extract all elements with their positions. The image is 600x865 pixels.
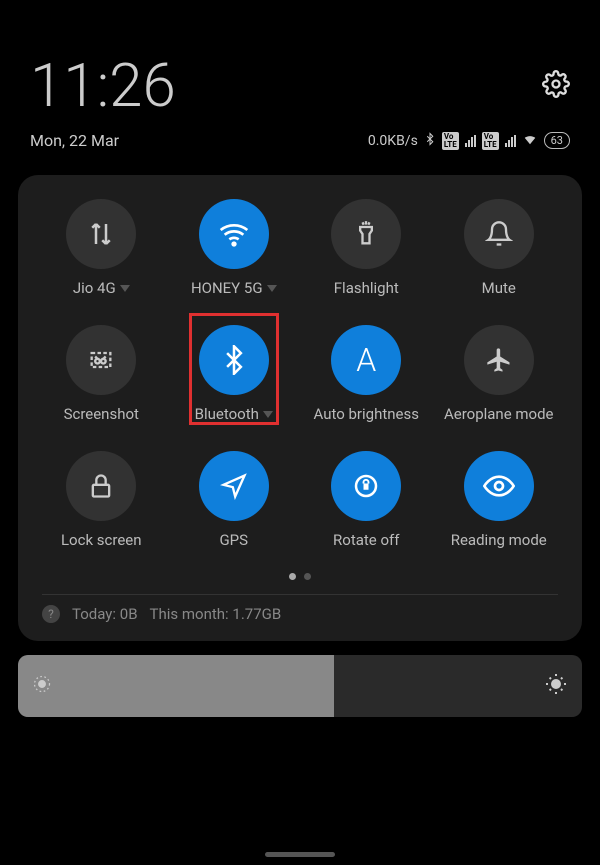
- tile-label: Screenshot: [64, 405, 139, 423]
- lock-icon: [66, 451, 136, 521]
- chevron-down-icon: [267, 285, 277, 292]
- page-dot-active: [289, 573, 296, 580]
- data-speed-label: 0.0KB/s: [368, 133, 418, 149]
- page-indicator[interactable]: [28, 573, 572, 580]
- volte-badge-1: VoLTE: [442, 132, 459, 150]
- page-dot: [304, 573, 311, 580]
- tile-label: Mute: [482, 279, 516, 297]
- tile-reading[interactable]: Reading mode: [436, 451, 563, 549]
- tile-flashlight[interactable]: Flashlight: [303, 199, 430, 297]
- tile-auto-brightness[interactable]: A Auto brightness: [303, 325, 430, 423]
- date-label: Mon, 22 Mar: [30, 131, 119, 150]
- tile-label: Reading mode: [451, 531, 547, 549]
- airplane-icon: [464, 325, 534, 395]
- tile-label: Flashlight: [334, 279, 399, 297]
- tile-gps[interactable]: GPS: [171, 451, 298, 549]
- brightness-high-icon: [544, 672, 568, 700]
- tile-label: Bluetooth: [195, 405, 259, 423]
- brightness-fill: [18, 655, 334, 717]
- status-bar: 0.0KB/s VoLTE VoLTE 63: [368, 132, 570, 150]
- brightness-low-icon: [32, 674, 52, 698]
- tile-mobile-data[interactable]: Jio 4G: [38, 199, 165, 297]
- chevron-down-icon: [120, 285, 130, 292]
- tile-label: Auto brightness: [314, 405, 419, 423]
- data-usage-row[interactable]: ? Today: 0B This month: 1.77GB: [28, 605, 572, 627]
- tile-mute[interactable]: Mute: [436, 199, 563, 297]
- bluetooth-icon: [199, 325, 269, 395]
- signal-icon-2: [505, 135, 516, 147]
- help-icon: ?: [42, 605, 60, 623]
- quick-settings-panel: Jio 4G HONEY 5G Flashlight Mute Screensh: [18, 175, 582, 641]
- rotate-lock-icon: [331, 451, 401, 521]
- tile-screenshot[interactable]: Screenshot: [38, 325, 165, 423]
- month-value: 1.77GB: [232, 605, 281, 623]
- volte-badge-2: VoLTE: [482, 132, 499, 150]
- wifi-icon: [199, 199, 269, 269]
- mobile-data-icon: [66, 199, 136, 269]
- tile-label: GPS: [219, 531, 248, 549]
- flashlight-icon: [331, 199, 401, 269]
- today-label: Today:: [72, 605, 116, 623]
- clock-time: 11:26: [30, 50, 176, 121]
- navigation-handle[interactable]: [265, 852, 335, 857]
- today-value: 0B: [120, 605, 138, 623]
- tile-wifi[interactable]: HONEY 5G: [171, 199, 298, 297]
- bell-icon: [464, 199, 534, 269]
- brightness-slider[interactable]: [18, 655, 582, 717]
- tile-rotate[interactable]: Rotate off: [303, 451, 430, 549]
- tile-label: Rotate off: [333, 531, 399, 549]
- bluetooth-status-icon: [424, 132, 436, 150]
- chevron-down-icon: [263, 411, 273, 418]
- tile-aeroplane[interactable]: Aeroplane mode: [436, 325, 563, 423]
- tile-lock[interactable]: Lock screen: [38, 451, 165, 549]
- eye-icon: [464, 451, 534, 521]
- tile-label: Jio 4G: [73, 279, 116, 297]
- battery-indicator: 63: [544, 132, 570, 149]
- month-label: This month:: [150, 605, 229, 623]
- auto-brightness-icon: A: [331, 325, 401, 395]
- tile-label: Lock screen: [61, 531, 142, 549]
- wifi-status-icon: [522, 132, 538, 150]
- location-icon: [199, 451, 269, 521]
- tile-label: Aeroplane mode: [444, 405, 554, 423]
- screenshot-icon: [66, 325, 136, 395]
- settings-button[interactable]: [542, 70, 570, 102]
- tile-bluetooth[interactable]: Bluetooth: [171, 325, 298, 423]
- signal-icon-1: [465, 135, 476, 147]
- tile-label: HONEY 5G: [191, 279, 263, 297]
- divider: [42, 594, 558, 595]
